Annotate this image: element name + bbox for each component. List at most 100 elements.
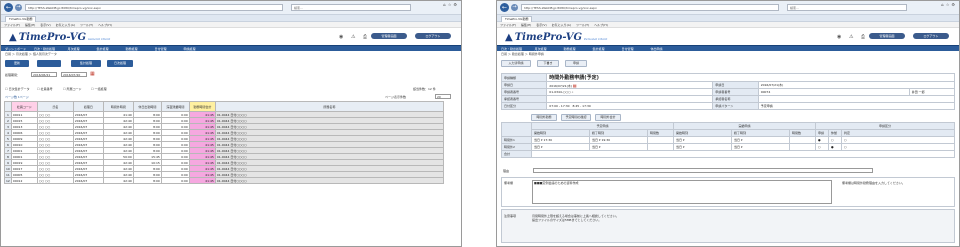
filter-daily-check[interactable]: ☐ 日次集計データ bbox=[5, 87, 30, 91]
col-header[interactable]: 休日出勤時間 bbox=[132, 101, 162, 112]
draft-button[interactable]: 下書き bbox=[537, 60, 559, 67]
overtime-button[interactable]: 時間外勤務 bbox=[531, 114, 557, 121]
browser-tab[interactable]: TimePro-VG勤務 bbox=[5, 16, 37, 22]
logout-button[interactable]: ログアウト bbox=[913, 33, 949, 39]
ot-label bbox=[501, 122, 532, 137]
memo-label: 備考欄 bbox=[504, 181, 514, 185]
notes-label: 注意事項 bbox=[504, 214, 517, 218]
menu-edit[interactable]: 編集(E) bbox=[521, 23, 531, 27]
nav-item[interactable]: 勤務処理 bbox=[117, 46, 146, 52]
col-header[interactable]: 処理日 bbox=[72, 101, 104, 112]
back-icon[interactable]: ← bbox=[4, 3, 13, 12]
radio-judge[interactable]: ○ bbox=[841, 143, 955, 151]
header-icons[interactable]: ◉ ⚠ ⎙ bbox=[339, 34, 370, 40]
menu-view[interactable]: 表示(V) bbox=[536, 23, 546, 27]
update-button[interactable]: 更新 bbox=[5, 60, 29, 67]
menu-help[interactable]: ヘルプ(H) bbox=[98, 23, 112, 27]
period-to-input[interactable]: 2016/07/20 bbox=[61, 72, 87, 77]
menu-edit[interactable]: 編集(E) bbox=[25, 23, 35, 27]
forward-icon[interactable]: → bbox=[511, 4, 518, 11]
menu-tools[interactable]: ツール(T) bbox=[80, 23, 93, 27]
aggregate-button[interactable]: 集計処理 bbox=[71, 60, 101, 67]
col-header[interactable]: 氏名 bbox=[36, 101, 74, 112]
submitted-list-button[interactable]: 入力済申請 bbox=[501, 60, 531, 67]
calendar-icon[interactable]: ▦ bbox=[573, 83, 577, 88]
daily-button[interactable]: 日次処理 bbox=[107, 60, 133, 67]
total-button[interactable]: 時間外合計 bbox=[595, 114, 621, 121]
col-header[interactable]: 社員コード bbox=[10, 101, 38, 112]
nav-item[interactable]: 休出申請 bbox=[642, 46, 671, 52]
reason-input[interactable] bbox=[533, 168, 873, 173]
window-controls[interactable]: ⌂☆⚙ bbox=[941, 2, 957, 7]
table-cell: 00012 bbox=[10, 177, 38, 184]
nav-item[interactable]: 月次処理 bbox=[59, 46, 88, 52]
forward-icon[interactable]: → bbox=[15, 4, 22, 11]
submit-button[interactable]: 申請 bbox=[565, 60, 587, 67]
pager-left[interactable]: ページ数 1ページ bbox=[5, 95, 29, 99]
table-row[interactable]: 12 00012 ○○ ○○ 2016/07 42:40 8:00 0:00 41:45 01-… bbox=[4, 177, 445, 184]
search-icon[interactable]: ⌕ bbox=[572, 90, 574, 94]
admin-button[interactable]: 管理者画面 bbox=[371, 33, 407, 39]
act-start-select[interactable]: 当日 ▾ bbox=[673, 143, 732, 151]
row-label: 時間外1 bbox=[501, 136, 532, 144]
menu-file[interactable]: ファイル(F) bbox=[4, 23, 20, 27]
window-controls[interactable]: ⌂☆⚙ bbox=[443, 2, 459, 7]
menu-file[interactable]: ファイル(F) bbox=[500, 23, 516, 27]
act-start-select[interactable]: 当日 ▾ bbox=[673, 136, 732, 144]
col-header[interactable]: 勤務時間合計 bbox=[188, 101, 216, 112]
col-header[interactable]: 深夜残業時間 bbox=[160, 101, 190, 112]
nav-item[interactable]: 集計処理 bbox=[584, 46, 613, 52]
filter-bulk-check[interactable]: ☐ 一括処理 bbox=[91, 87, 107, 91]
page-size-select[interactable]: 20 bbox=[435, 94, 451, 99]
plan-start-select[interactable]: 当日 ▾ 17:30 bbox=[531, 136, 590, 144]
plan-end-select[interactable]: 当日 ▾ bbox=[589, 143, 648, 151]
radio-break[interactable]: ● bbox=[828, 143, 842, 151]
radio-apply[interactable]: ● bbox=[815, 136, 829, 144]
logout-button[interactable]: ログアウト bbox=[415, 33, 451, 39]
toolbar-button-2[interactable] bbox=[37, 60, 61, 67]
logo-mark-icon: ▲ bbox=[9, 32, 17, 43]
menu-view[interactable]: 表示(V) bbox=[40, 23, 50, 27]
menu-help[interactable]: ヘルプ(H) bbox=[594, 23, 608, 27]
plan-start-select[interactable]: 当日 ▾ bbox=[531, 143, 590, 151]
nav-item[interactable]: 申請処理 bbox=[175, 46, 204, 52]
col-header[interactable]: 時間外時間 bbox=[102, 101, 134, 112]
act-hours bbox=[789, 143, 816, 151]
menu-favorites[interactable]: お気に入り(A) bbox=[56, 23, 75, 27]
act-end-select[interactable]: 当日 ▾ bbox=[731, 143, 790, 151]
table-cell: 0:00 bbox=[160, 177, 190, 184]
applicant-no-input[interactable]: 01-0344-○○○ ⌕ bbox=[546, 88, 714, 96]
url-field[interactable]: http://TESS-WebDB.jp:8080/timepro-vg/xxx… bbox=[521, 4, 779, 11]
memo-textarea[interactable]: ■■■定例会議のための資料作成 bbox=[532, 180, 832, 204]
search-field[interactable]: 検索... bbox=[291, 4, 411, 11]
radio-apply[interactable]: ○ bbox=[815, 143, 829, 151]
browser-tab[interactable]: TimePro-VG勤務 bbox=[501, 16, 533, 22]
filter-emp-check[interactable]: ☐ 社員番号 bbox=[37, 87, 53, 91]
check-plan-button[interactable]: 予定時間の確認 bbox=[561, 114, 591, 121]
radio-judge[interactable]: ○ bbox=[841, 136, 955, 144]
back-icon[interactable]: ← bbox=[500, 3, 509, 12]
admin-button[interactable]: 管理者画面 bbox=[869, 33, 905, 39]
radio-break[interactable]: ○ bbox=[828, 136, 842, 144]
header-icons[interactable]: ◉ ⚠ ⎙ bbox=[837, 34, 868, 40]
nav-item[interactable]: 日付管理 bbox=[146, 46, 175, 52]
nav-item[interactable]: 集計処理 bbox=[88, 46, 117, 52]
calendar-icon[interactable]: ▦ bbox=[90, 71, 95, 77]
row-label: 時間外2 bbox=[501, 143, 532, 151]
hours-header: 時間数 bbox=[647, 129, 674, 137]
address-bar: ← → http://TESS-WebDB.jp:8080/timepro-vg… bbox=[497, 1, 959, 15]
plan-end-select[interactable]: 当日 ▾ 19:30 bbox=[589, 136, 648, 144]
filter-dept-check[interactable]: ☐ 所属コード bbox=[63, 87, 82, 91]
col-header[interactable]: 所属名称 bbox=[214, 101, 445, 112]
nav-item[interactable]: 日付管理 bbox=[613, 46, 642, 52]
menu-tools[interactable]: ツール(T) bbox=[576, 23, 589, 27]
menu-favorites[interactable]: お気に入り(A) bbox=[552, 23, 571, 27]
period-from-input[interactable]: 2016/06/21 bbox=[31, 72, 57, 77]
date-input[interactable]: 2016/07/21(木) ▦ bbox=[546, 81, 714, 89]
url-field[interactable]: http://TESS-WebDB.jp:8080/timepro-vg/xxx… bbox=[25, 4, 283, 11]
overtime-table: 予定申請 実績申請 申請区分 開始時刻 終了時刻 時間数 開始時刻 終了時刻 時… bbox=[501, 122, 955, 158]
summary-table: 社員コード 氏名 処理日 時間外時間 休日出勤時間 深夜残業時間 勤務時間合計 … bbox=[4, 101, 445, 184]
act-end-select[interactable]: 当日 ▾ bbox=[731, 136, 790, 144]
nav-item[interactable]: 勤務処理 bbox=[555, 46, 584, 52]
search-field[interactable]: 検索... bbox=[787, 4, 907, 11]
